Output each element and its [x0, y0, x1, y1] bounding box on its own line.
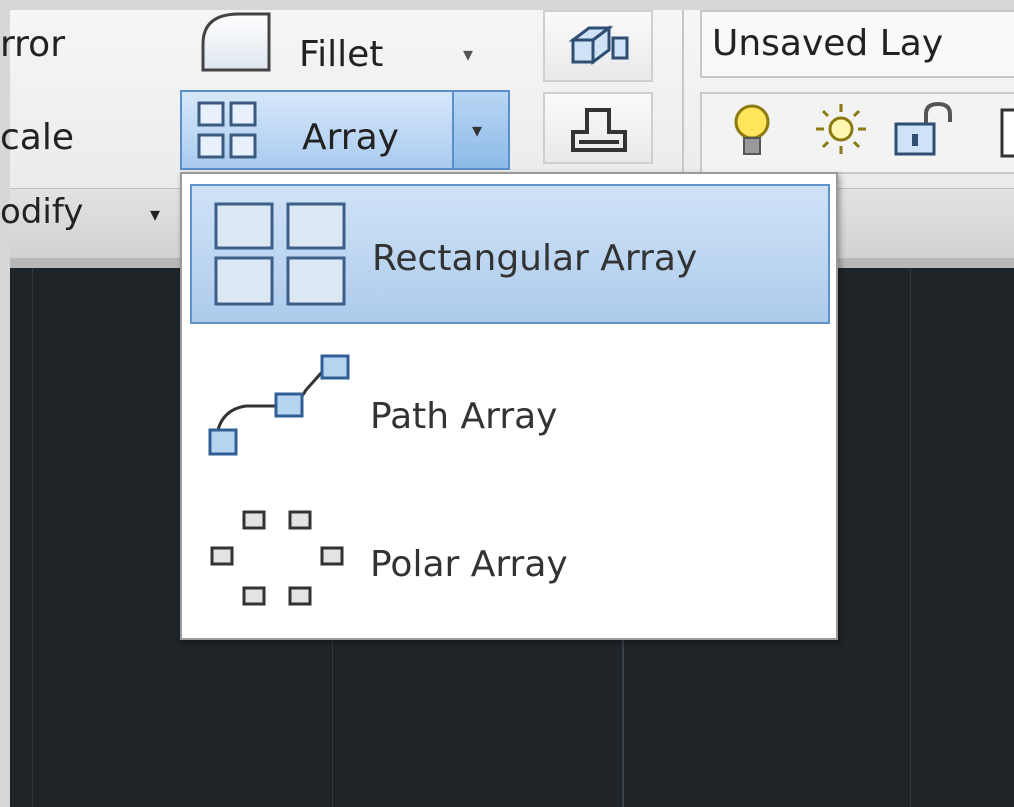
menu-item-label: Path Array — [370, 396, 558, 437]
grid-line — [910, 268, 911, 807]
layer-state-label: Unsaved Lay — [712, 23, 944, 64]
stretch-button[interactable] — [543, 92, 653, 164]
menu-item-polar-array[interactable]: Polar Array — [190, 488, 830, 628]
menu-item-path-array[interactable]: Path Array — [190, 334, 830, 474]
polar-array-icon — [210, 510, 344, 606]
fillet-dropdown-icon[interactable]: ▾ — [463, 44, 473, 64]
color-swatch-icon[interactable] — [998, 102, 1014, 162]
3d-box-icon — [568, 25, 629, 65]
fillet-icon — [201, 12, 271, 72]
sun-icon[interactable] — [814, 102, 868, 156]
panel-separator — [682, 10, 684, 180]
3d-align-button[interactable] — [543, 10, 653, 82]
mirror-button-label[interactable]: rror — [0, 27, 65, 63]
array-dropdown-toggle[interactable]: ▾ — [452, 92, 508, 168]
path-array-icon — [208, 354, 350, 456]
array-dropdown-menu: Rectangular Array Path Array Polar Array — [180, 172, 838, 640]
array-label: Array — [302, 117, 399, 158]
unlock-icon[interactable] — [892, 102, 954, 158]
menu-item-rectangular-array[interactable]: Rectangular Array — [190, 184, 830, 324]
fillet-label: Fillet — [299, 34, 384, 75]
layer-state-dropdown[interactable]: Unsaved Lay — [700, 10, 1014, 78]
menu-item-label: Rectangular Array — [372, 238, 698, 279]
layer-property-toggles[interactable] — [700, 92, 1014, 174]
grid-line — [32, 268, 33, 807]
menu-item-label: Polar Array — [370, 544, 568, 585]
stretch-icon — [571, 108, 627, 152]
modify-panel-expand-icon[interactable]: ▾ — [150, 204, 160, 224]
scale-button-label[interactable]: cale — [0, 120, 74, 156]
rectangular-array-icon — [214, 202, 346, 306]
lightbulb-icon[interactable] — [730, 102, 774, 162]
array-icon — [197, 101, 257, 159]
window-frame-top — [0, 0, 1014, 10]
chevron-down-icon: ▾ — [472, 118, 483, 142]
modify-panel-title[interactable]: odify — [0, 195, 83, 229]
fillet-button[interactable]: Fillet ▾ — [193, 10, 493, 78]
array-button[interactable]: Array ▾ — [180, 90, 510, 170]
